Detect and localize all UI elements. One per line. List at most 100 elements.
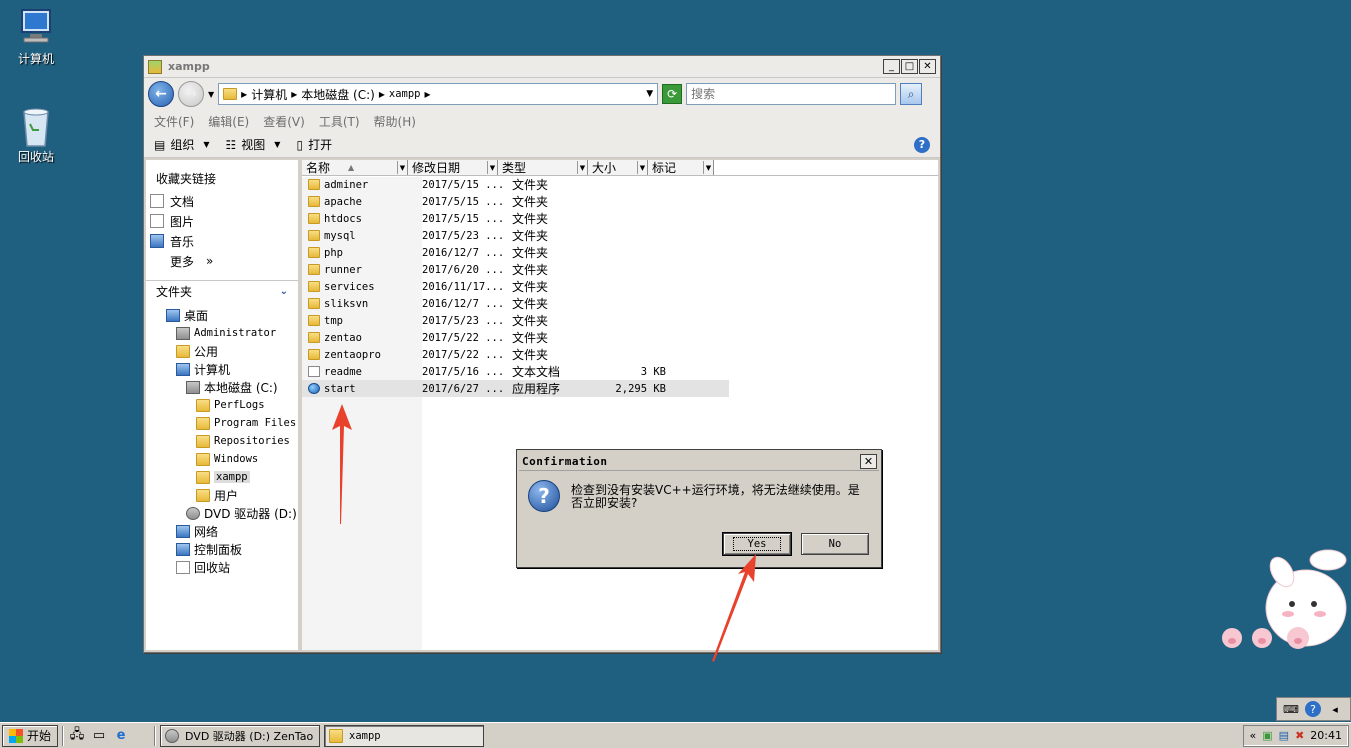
dialog-title-bar[interactable]: Confirmation ✕ (519, 452, 879, 471)
file-row[interactable]: tmp 2017/5/23 ... 文件夹 (302, 312, 938, 329)
tree-recycle-bin[interactable]: 回收站 (146, 558, 298, 576)
file-row[interactable]: readme 2017/5/16 ... 文本文档 3 KB (302, 363, 938, 380)
yes-button[interactable]: Yes (722, 532, 792, 556)
menu-edit[interactable]: 编辑(E) (208, 113, 249, 130)
tree-computer[interactable]: 计算机 (146, 360, 298, 378)
address-bar[interactable]: ▸ 计算机 ▸ 本地磁盘 (C:) ▸ xampp ▸ ▼ (218, 83, 659, 105)
file-row[interactable]: apache 2017/5/15 ... 文件夹 (302, 193, 938, 210)
task-xampp[interactable]: xampp (324, 724, 485, 747)
file-type: 文本文档 (512, 365, 561, 379)
no-button[interactable]: No (801, 533, 869, 555)
tree-administrator[interactable]: Administrator (146, 324, 298, 342)
tree-perflogs[interactable]: PerfLogs (146, 396, 298, 414)
column-size[interactable]: 大小 ▼ (588, 160, 648, 175)
menu-help[interactable]: 帮助(H) (374, 113, 416, 130)
task-dvd-zentao[interactable]: DVD 驱动器 (D:) ZenTao (160, 724, 321, 747)
close-button[interactable]: ✕ (919, 59, 936, 74)
network-icon[interactable]: ▤ (1279, 729, 1289, 742)
file-row[interactable]: htdocs 2017/5/15 ... 文件夹 (302, 210, 938, 227)
menu-tools[interactable]: 工具(T) (319, 113, 360, 130)
menu-view[interactable]: 查看(V) (263, 113, 305, 130)
tree-public[interactable]: 公用 (146, 342, 298, 360)
folders-heading[interactable]: 文件夹 ⌄ (146, 280, 298, 302)
recycle-bin-icon (176, 560, 190, 574)
column-dropdown-icon[interactable]: ▼ (637, 161, 647, 174)
file-date: 2017/5/15 ... (422, 178, 505, 191)
tree-local-disk[interactable]: 本地磁盘 (C:) (146, 378, 298, 396)
maximize-button[interactable]: □ (901, 59, 918, 74)
tree-windows[interactable]: Windows (146, 450, 298, 468)
breadcrumb-local-disk[interactable]: 本地磁盘 (C:) (301, 86, 375, 103)
favorites-more[interactable]: 更多 » (150, 251, 298, 271)
tree-program-files[interactable]: Program Files (146, 414, 298, 432)
column-dropdown-icon[interactable]: ▼ (487, 161, 497, 174)
minimize-button[interactable]: _ (883, 59, 900, 74)
column-tags[interactable]: 标记 ▼ (648, 160, 714, 175)
clock[interactable]: 20:41 (1310, 729, 1342, 742)
favorite-documents[interactable]: 文档 (150, 191, 298, 211)
column-type[interactable]: 类型 ▼ (498, 160, 588, 175)
organize-button[interactable]: ▤ 组织 ▼ (154, 136, 220, 153)
views-button[interactable]: ☷ 视图 ▼ (226, 136, 291, 153)
file-row[interactable]: php 2016/12/7 ... 文件夹 (302, 244, 938, 261)
tree-control-panel[interactable]: 控制面板 (146, 540, 298, 558)
start-button[interactable]: 开始 (2, 724, 59, 747)
file-row[interactable]: start 2017/6/27 ... 应用程序 2,295 KB (302, 380, 729, 397)
refresh-button[interactable]: ⟳ (662, 84, 683, 104)
column-modified[interactable]: 修改日期 ▼ (408, 160, 498, 175)
folder-icon (308, 247, 320, 258)
desktop-icon-computer[interactable]: 计算机 (1, 6, 71, 67)
server-manager-icon[interactable]: 🖧 (68, 727, 86, 745)
tray-app-icon[interactable]: ▣ (1262, 729, 1272, 742)
address-dropdown-icon[interactable]: ▼ (646, 89, 653, 99)
breadcrumb-computer[interactable]: 计算机 (251, 86, 287, 103)
file-row[interactable]: mysql 2017/5/23 ... 文件夹 (302, 227, 938, 244)
breadcrumb-xampp[interactable]: xampp (389, 88, 421, 100)
keyboard-icon[interactable]: ⌨ (1281, 700, 1301, 718)
favorite-music[interactable]: 音乐 (150, 231, 298, 251)
tray-expand-button[interactable]: « (1250, 729, 1257, 742)
forward-button[interactable]: → (178, 81, 204, 107)
search-input[interactable] (686, 83, 897, 105)
column-name[interactable]: 名称 ▲ ▼ (302, 160, 408, 175)
file-row[interactable]: zentaopro 2017/5/22 ... 文件夹 (302, 346, 938, 363)
volume-muted-icon[interactable]: ✖ (1295, 729, 1304, 742)
file-row[interactable]: zentao 2017/5/22 ... 文件夹 (302, 329, 938, 346)
file-row[interactable]: services 2016/11/17... 文件夹 (302, 278, 938, 295)
file-row[interactable]: sliksvn 2016/12/7 ... 文件夹 (302, 295, 938, 312)
computer-icon (16, 6, 56, 46)
file-list-pane: 名称 ▲ ▼ 修改日期 ▼ 类型 ▼ 大小 ▼ 标记 ▼ adminer 201… (302, 160, 938, 650)
column-dropdown-icon[interactable]: ▼ (397, 161, 407, 174)
help-icon[interactable]: ? (914, 136, 930, 153)
help-icon[interactable]: ? (1305, 701, 1321, 717)
desktop-icon-recycle-bin[interactable]: 回收站 (1, 104, 71, 165)
file-date: 2017/6/27 ... (422, 382, 505, 395)
search-button[interactable]: ⌕ (900, 83, 923, 105)
tree-xampp[interactable]: xampp (146, 468, 298, 486)
title-bar[interactable]: xampp _ □ ✕ (144, 56, 940, 78)
tree-desktop[interactable]: 桌面 (146, 306, 298, 324)
tree-repositories[interactable]: Repositories (146, 432, 298, 450)
tree-network[interactable]: 网络 (146, 522, 298, 540)
options-icon[interactable]: ◂ (1325, 700, 1345, 718)
desktop-icon (166, 308, 180, 322)
show-desktop-icon[interactable]: ▭ (90, 727, 108, 745)
folder-icon (308, 281, 320, 292)
folder-icon (196, 434, 210, 448)
file-row[interactable]: adminer 2017/5/15 ... 文件夹 (302, 176, 938, 193)
tree-users[interactable]: 用户 (146, 486, 298, 504)
file-name-cell: sliksvn (302, 298, 422, 310)
column-dropdown-icon[interactable]: ▼ (703, 161, 713, 174)
column-dropdown-icon[interactable]: ▼ (577, 161, 587, 174)
dialog-close-button[interactable]: ✕ (860, 453, 877, 469)
nav-history-dropdown[interactable]: ▼ (208, 90, 214, 99)
file-type: 文件夹 (512, 263, 549, 277)
file-row[interactable]: runner 2017/6/20 ... 文件夹 (302, 261, 938, 278)
menu-file[interactable]: 文件(F) (154, 113, 194, 130)
back-button[interactable]: ← (148, 81, 174, 107)
file-date: 2017/5/16 ... (422, 365, 505, 378)
tree-dvd[interactable]: DVD 驱动器 (D:) (146, 504, 298, 522)
favorite-pictures[interactable]: 图片 (150, 211, 298, 231)
internet-explorer-icon[interactable]: e (112, 727, 130, 745)
open-button[interactable]: ▯ 打开 (296, 136, 342, 153)
